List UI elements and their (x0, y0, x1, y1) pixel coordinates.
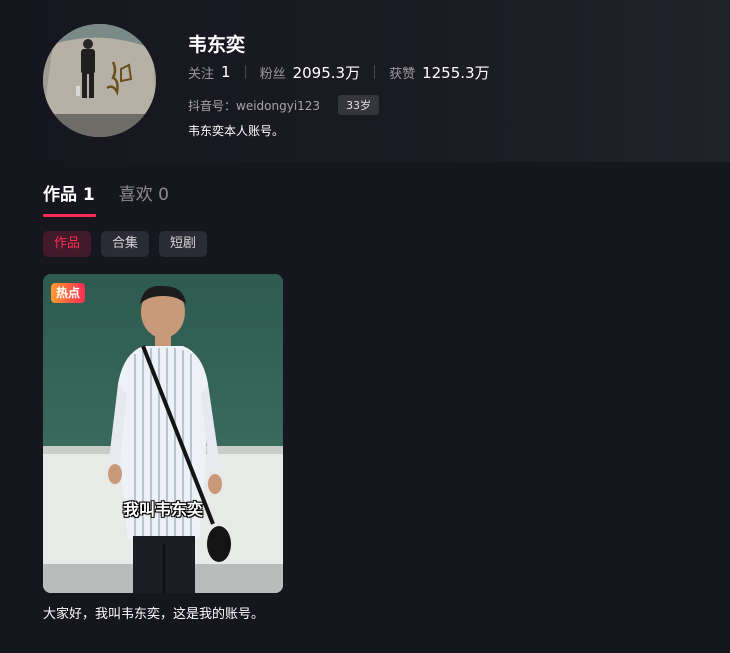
profile-tabs: 作品 1 喜欢 0 (43, 180, 193, 218)
followers-count[interactable]: 2095.3万 (293, 62, 361, 83)
stat-divider (244, 65, 246, 79)
profile-name: 韦东奕 (188, 34, 246, 56)
hot-badge: 热点 (51, 283, 86, 303)
followers-label[interactable]: 粉丝 (260, 63, 286, 82)
following-count[interactable]: 1 (221, 63, 231, 81)
video-thumbnail (43, 274, 283, 593)
likes-label: 获赞 (389, 66, 416, 82)
content-filter-chips: 作品 合集 短剧 (43, 231, 217, 257)
tab-works-label: 作品 1 (43, 185, 95, 205)
active-tab-indicator (43, 214, 96, 217)
age-badge: 33岁 (338, 95, 380, 115)
chip-short-dramas[interactable]: 短剧 (159, 231, 208, 257)
avatar[interactable] (43, 24, 156, 137)
video-card[interactable]: 热点 我叫韦东奕 (43, 274, 283, 593)
tab-likes-label: 喜欢 0 (118, 185, 169, 205)
following-label[interactable]: 关注 (188, 63, 214, 82)
douyin-id: 抖音号：weidongyi123 (188, 98, 321, 113)
chip-works[interactable]: 作品 (43, 231, 92, 257)
tab-likes[interactable]: 喜欢 0 (119, 180, 169, 218)
profile-meta: 抖音号：weidongyi123 33岁 (188, 95, 380, 115)
avatar-photo (43, 24, 156, 137)
profile-bio: 韦东奕本人账号。 (188, 124, 285, 138)
stat-divider (374, 65, 376, 79)
chip-collections[interactable]: 合集 (101, 231, 150, 257)
profile-stats: 关注 1 粉丝 2095.3万 获赞 1255.3万 (188, 62, 490, 82)
video-caption[interactable]: 大家好，我叫韦东奕，这是我的账号。 (43, 603, 264, 622)
likes-count: 1255.3万 (422, 63, 490, 82)
video-subtitle: 我叫韦东奕 (122, 500, 203, 519)
tab-works[interactable]: 作品 1 (43, 180, 96, 218)
